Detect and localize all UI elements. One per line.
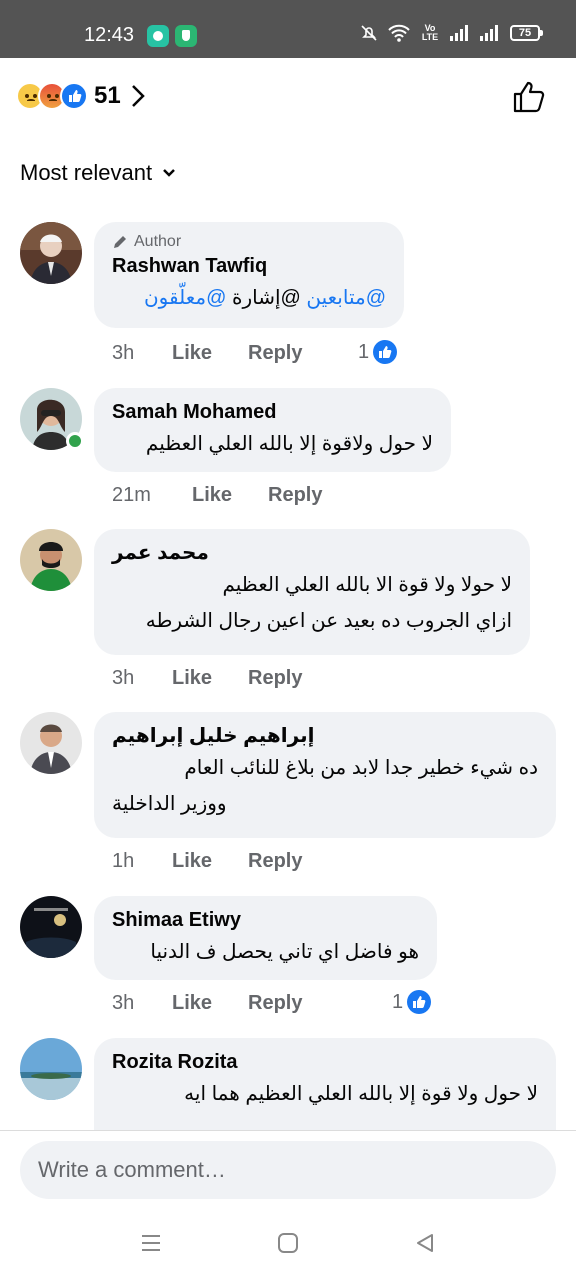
comment-author-name[interactable]: إبراهيم خليل إبراهيم — [112, 722, 538, 750]
signal-icon-1 — [450, 25, 468, 41]
volte-indicator: Vo LTE — [421, 23, 439, 42]
comment-time: 21m — [112, 484, 151, 506]
comment-time: 3h — [112, 992, 135, 1014]
chevron-down-icon — [163, 169, 175, 177]
clock: 12:43 — [84, 24, 135, 46]
comment-text-line: ازاي الجروب ده بعيد عن اعين رجال الشرطه — [145, 610, 512, 632]
reply-button[interactable]: Reply — [268, 484, 322, 507]
reply-button[interactable]: Reply — [248, 667, 302, 690]
comment-time: 3h — [112, 342, 135, 364]
comment-author-name[interactable]: Samah Mohamed — [112, 398, 433, 426]
comment-text: لا حول ولاقوة إلا بالله العلي العظيم — [145, 433, 433, 455]
system-nav-bar — [0, 1210, 576, 1280]
reply-button[interactable]: Reply — [248, 992, 302, 1015]
chevron-right-icon — [131, 85, 145, 107]
like-reaction-icon — [407, 990, 432, 1014]
like-button[interactable]: Like — [192, 484, 268, 507]
comment-author-name[interactable]: محمد عمر — [112, 539, 512, 567]
mute-bell-icon — [361, 25, 377, 41]
signal-icon-2 — [480, 25, 498, 41]
comment-actions: 3h Like Reply — [112, 667, 302, 690]
comment-text: @متابعين @إشارة @معلّقون — [143, 287, 386, 309]
comment-text-line: لا حول ولا قوة إلا بالله العلي العظيم هم… — [184, 1083, 538, 1105]
battery-icon: 75 — [510, 25, 543, 41]
reactions-count: 51 — [94, 82, 121, 109]
wifi-icon — [388, 24, 410, 42]
security-app-notification-icon — [175, 25, 197, 47]
comment-bubble[interactable]: Author Rashwan Tawfiq @متابعين @إشارة @م… — [94, 222, 404, 328]
avatar[interactable] — [20, 222, 82, 284]
like-post-button[interactable] — [512, 80, 546, 114]
sort-label: Most relevant — [20, 160, 153, 185]
home-nav-icon[interactable] — [277, 1232, 299, 1254]
comment-bubble[interactable]: Shimaa Etiwy هو فاضل اي تاني يحصل ف الدن… — [94, 896, 437, 980]
status-icons: Vo LTE 75 — [360, 23, 543, 42]
avatar[interactable] — [20, 896, 82, 958]
comment-actions: 1h Like Reply — [112, 850, 302, 873]
reply-button[interactable]: Reply — [248, 850, 302, 873]
like-reaction-icon — [373, 340, 398, 364]
avatar[interactable] — [20, 1038, 82, 1100]
like-button[interactable]: Like — [172, 992, 248, 1015]
comment-text-line: لا حولا ولا قوة الا بالله العلي العظيم — [222, 574, 512, 596]
likes-count: 1 — [358, 340, 370, 363]
comment-actions: 3h Like Reply — [112, 992, 302, 1015]
avatar[interactable] — [20, 712, 82, 774]
comment-bubble[interactable]: Samah Mohamed لا حول ولاقوة إلا بالله ال… — [94, 388, 451, 472]
comment-actions: 3h Like Reply — [112, 342, 302, 365]
write-comment-input[interactable]: Write a comment… — [20, 1141, 556, 1199]
back-nav-icon[interactable] — [414, 1232, 436, 1254]
pencil-icon — [114, 236, 126, 248]
chat-app-notification-icon — [147, 25, 169, 47]
comment-author-name[interactable]: Rashwan Tawfiq — [112, 252, 386, 280]
comment-time: 1h — [112, 850, 135, 872]
reactions-summary[interactable]: 51 — [16, 80, 145, 112]
comment-author-name[interactable]: Rozita Rozita — [112, 1048, 538, 1076]
comment-actions: 21m Like Reply — [112, 484, 322, 507]
author-badge: Author — [112, 232, 386, 252]
comment-text-line: ده شيء خطير جدا لابد من بلاغ للنائب العا… — [184, 757, 538, 779]
comment-author-name[interactable]: Shimaa Etiwy — [112, 906, 419, 934]
like-button[interactable]: Like — [172, 667, 248, 690]
comment-bubble[interactable]: محمد عمر لا حولا ولا قوة الا بالله العلي… — [94, 529, 530, 655]
comment-time: 3h — [112, 667, 135, 689]
likes-count: 1 — [392, 990, 404, 1013]
comment-text: هو فاضل اي تاني يحصل ف الدنيا — [150, 941, 419, 963]
comment-likes[interactable]: 1 — [358, 340, 398, 364]
like-emoji-icon — [60, 82, 88, 110]
reply-button[interactable]: Reply — [248, 342, 302, 365]
status-bar: 12:43 Vo LTE 75 — [0, 0, 576, 58]
comment-likes[interactable]: 1 — [392, 990, 432, 1014]
like-button[interactable]: Like — [172, 850, 248, 873]
sort-dropdown[interactable]: Most relevant — [20, 160, 176, 186]
avatar[interactable] — [20, 529, 82, 591]
mention-link[interactable]: @متابعين — [306, 287, 386, 309]
comment-bubble[interactable]: إبراهيم خليل إبراهيم ده شيء خطير جدا لاب… — [94, 712, 556, 838]
like-button[interactable]: Like — [172, 342, 248, 365]
menu-nav-icon[interactable] — [140, 1232, 162, 1254]
mention-link[interactable]: @معلّقون — [144, 287, 226, 309]
online-status-indicator — [66, 432, 84, 450]
comment-text-line: ووزير الداخلية — [112, 793, 227, 815]
